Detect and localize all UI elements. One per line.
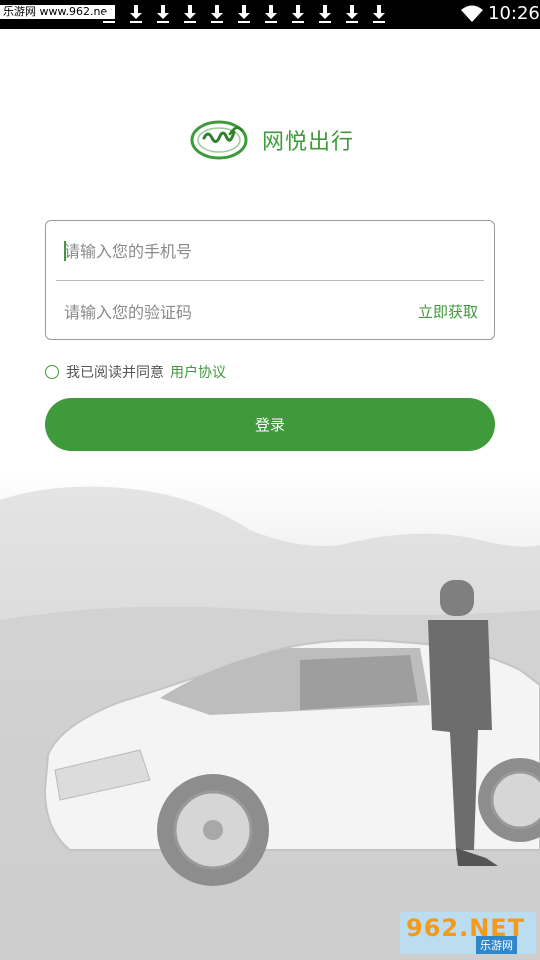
notification-icons [96, 3, 393, 25]
phone-row [56, 221, 484, 281]
agreement-row: 我已阅读并同意 用户协议 [45, 362, 226, 382]
phone-input[interactable] [64, 239, 464, 263]
download-icon [204, 3, 231, 25]
agreement-checkbox[interactable] [45, 365, 59, 379]
download-icon [312, 3, 339, 25]
login-button-label: 登录 [254, 416, 285, 434]
download-icon [339, 3, 366, 25]
download-icon [96, 3, 123, 25]
status-clock: 10:26 [488, 3, 540, 24]
download-icon [123, 3, 150, 25]
wy-logo-icon [190, 120, 248, 160]
watermark-badge: 962.NET 乐游网 [400, 912, 536, 954]
download-icon [177, 3, 204, 25]
background-car-image [0, 470, 540, 960]
app-name: 网悦出行 [262, 130, 355, 155]
verification-code-input[interactable] [64, 300, 364, 324]
download-icon [366, 3, 393, 25]
agreement-text: 我已阅读并同意 [66, 365, 164, 381]
wifi-icon [461, 5, 483, 22]
app-logo: 网悦出行 [190, 116, 354, 164]
download-icon [231, 3, 258, 25]
download-icon [285, 3, 312, 25]
status-bar: 乐游网 www.962.net 10:26 [0, 0, 540, 29]
download-icon [150, 3, 177, 25]
login-button[interactable]: 登录 [45, 398, 495, 451]
download-icon [258, 3, 285, 25]
login-form: 立即获取 [45, 220, 495, 340]
user-agreement-link[interactable]: 用户协议 [170, 362, 226, 382]
watermark-small-text: 乐游网 [476, 936, 517, 954]
get-code-button[interactable]: 立即获取 [418, 301, 478, 322]
